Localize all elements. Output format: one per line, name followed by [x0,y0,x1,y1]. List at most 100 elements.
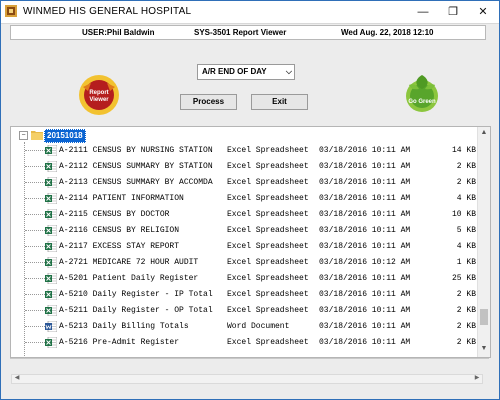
file-type: Excel Spreadsheet [227,258,309,267]
file-date: 03/18/2016 10:11 AM [319,178,411,187]
report-viewer-logo: Report Viewer [79,75,119,115]
file-size: 2 KB [456,290,476,299]
file-name: A-2116 CENSUS BY RELIGION [59,226,180,235]
file-row[interactable]: A-5213 Daily Billing Totals Word Document… [11,319,476,334]
file-name: A-5201 Patient Daily Register [59,274,199,283]
file-row[interactable]: A-2721 MEDICARE 72 HOUR AUDIT Excel Sprea… [11,255,476,270]
tree-connector [25,182,45,183]
file-row[interactable]: A-2117 EXCESS STAY REPORT Excel Spreadshe… [11,239,476,254]
file-type: Excel Spreadsheet [227,226,309,235]
file-size: 4 KB [456,242,476,251]
file-date: 03/18/2016 10:11 AM [319,242,411,251]
excel-file-icon [45,145,57,156]
scroll-down-arrow[interactable]: ▼ [478,343,490,355]
vertical-scrollbar[interactable]: ▲ ▼ [477,127,490,357]
word-file-icon [45,321,57,332]
file-size: 2 KB [456,178,476,187]
file-row[interactable]: A-2111 CENSUS BY NURSING STATION Excel Sp… [11,143,476,158]
file-name: A-2111 CENSUS BY NURSING STATION [59,146,213,155]
close-button[interactable]: ✕ [469,1,497,23]
file-type: Excel Spreadsheet [227,274,309,283]
file-date: 03/18/2016 10:11 AM [319,226,411,235]
file-type: Excel Spreadsheet [227,194,309,203]
file-type: Excel Spreadsheet [227,210,309,219]
tree-connector [25,246,45,247]
file-type: Excel Spreadsheet [227,242,309,251]
file-row[interactable]: A-2115 CENSUS BY DOCTOR Excel Spreadsheet… [11,207,476,222]
minimize-button[interactable]: — [409,1,437,23]
file-type: Excel Spreadsheet [227,146,309,155]
file-name: A-5210 Daily Register - IP Total [59,290,213,299]
file-type: Excel Spreadsheet [227,162,309,171]
file-date: 03/18/2016 10:11 AM [319,290,411,299]
tree-connector [25,342,45,343]
file-size: 5 KB [456,226,476,235]
process-button[interactable]: Process [180,94,237,110]
file-type: Excel Spreadsheet [227,306,309,315]
folder-icon [31,131,43,140]
exit-button[interactable]: Exit [251,94,308,110]
file-row[interactable]: A-2113 CENSUS SUMMARY BY ACCOMDA Excel Sp… [11,175,476,190]
file-name: A-5213 Daily Billing Totals [59,322,189,331]
file-row[interactable]: A-5210 Daily Register - IP Total Excel Sp… [11,287,476,302]
report-type-value: A/R END OF DAY [202,67,267,76]
file-row[interactable]: A-5211 Daily Register - OP Total Excel Sp… [11,303,476,318]
file-date: 03/18/2016 10:11 AM [319,146,411,155]
file-row[interactable]: A-2112 CENSUS SUMMARY BY STATION Excel Sp… [11,159,476,174]
file-date: 03/18/2016 10:12 AM [319,258,411,267]
file-date: 03/18/2016 10:11 AM [319,322,411,331]
app-icon [5,5,17,17]
title-bar: WINMED HIS GENERAL HOSPITAL — ❐ ✕ [1,1,499,24]
excel-file-icon [45,193,57,204]
svg-text:Viewer: Viewer [89,97,109,103]
file-row[interactable]: A-5216 Pre-Admit Register Excel Spreadshe… [11,335,476,350]
file-date: 03/18/2016 10:11 AM [319,338,411,347]
file-date: 03/18/2016 10:11 AM [319,162,411,171]
excel-file-icon [45,209,57,220]
file-name: A-2114 PATIENT INFORMATION [59,194,184,203]
tree-connector [25,310,45,311]
tree-connector [25,326,45,327]
file-type: Word Document [227,322,290,331]
file-name: A-2115 CENSUS BY DOCTOR [59,210,170,219]
report-viewer-window: WINMED HIS GENERAL HOSPITAL — ❐ ✕ USER:P… [0,0,500,400]
file-size: 4 KB [456,194,476,203]
scrollbar-thumb[interactable] [480,309,488,325]
tree-connector [25,166,45,167]
svg-text:Go Green: Go Green [408,99,436,105]
scroll-right-arrow[interactable]: ▶ [472,373,482,383]
file-size: 2 KB [456,338,476,347]
chevron-down-icon[interactable]: ⌵ [286,65,292,79]
excel-file-icon [45,225,57,236]
scroll-up-arrow[interactable]: ▲ [478,127,490,139]
report-tree[interactable]: − 20151018 A-2111 CENSUS BY NURSING STAT… [10,126,491,358]
file-size: 10 KB [451,210,476,219]
file-date: 03/18/2016 10:11 AM [319,306,411,315]
file-row[interactable]: A-2116 CENSUS BY RELIGION Excel Spreadshe… [11,223,476,238]
system-label: SYS-3501 Report Viewer [194,28,287,37]
file-type: Excel Spreadsheet [227,338,309,347]
horizontal-scrollbar[interactable]: ◀ ▶ [11,374,483,384]
excel-file-icon [45,305,57,316]
info-bar: USER:Phil Baldwin SYS-3501 Report Viewer… [10,25,486,40]
window-title: WINMED HIS GENERAL HOSPITAL [23,6,192,17]
tree-folder-label[interactable]: 20151018 [44,129,86,143]
report-type-select[interactable]: A/R END OF DAY ⌵ [197,64,295,80]
file-size: 2 KB [456,162,476,171]
tree-connector [25,294,45,295]
file-row[interactable]: A-2114 PATIENT INFORMATION Excel Spreadsh… [11,191,476,206]
tree-connector [25,230,45,231]
scroll-left-arrow[interactable]: ◀ [12,373,22,383]
file-name: A-5211 Daily Register - OP Total [59,306,213,315]
maximize-button[interactable]: ❐ [439,1,467,23]
collapse-toggle[interactable]: − [19,131,28,140]
excel-file-icon [45,337,57,348]
user-label: USER:Phil Baldwin [82,28,155,37]
file-name: A-2117 EXCESS STAY REPORT [59,242,180,251]
file-type: Excel Spreadsheet [227,178,309,187]
tree-connector [25,214,45,215]
excel-file-icon [45,161,57,172]
file-row[interactable]: A-5201 Patient Daily Register Excel Sprea… [11,271,476,286]
file-name: A-5216 Pre-Admit Register [59,338,180,347]
file-size: 1 KB [456,258,476,267]
